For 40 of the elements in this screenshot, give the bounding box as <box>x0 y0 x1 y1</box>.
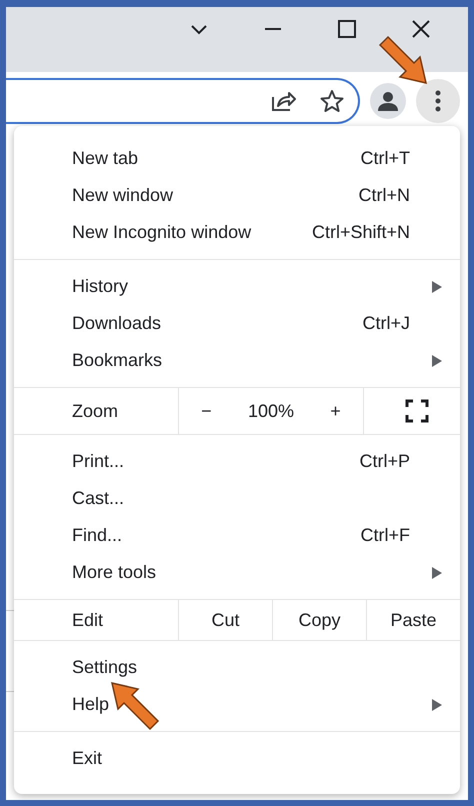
edit-label: Edit <box>72 610 104 630</box>
menu-item[interactable]: New Incognito window Ctrl+Shift+N <box>14 214 460 251</box>
submenu-arrow-icon <box>432 354 442 366</box>
submenu-arrow-icon <box>432 698 442 710</box>
zoom-level: 100% <box>248 400 294 422</box>
menu-item[interactable]: More tools <box>14 554 460 591</box>
person-icon <box>377 90 399 112</box>
fullscreen-icon[interactable] <box>405 399 429 423</box>
submenu-arrow-icon <box>432 280 442 292</box>
zoom-out-button[interactable]: − <box>193 396 220 426</box>
submenu-arrow-icon <box>432 566 442 578</box>
menu-button[interactable] <box>416 79 460 123</box>
menu-item[interactable]: Help <box>14 686 460 723</box>
menu-item[interactable]: History <box>14 268 460 305</box>
zoom-in-button[interactable]: + <box>322 396 349 426</box>
menu-item[interactable]: Print... Ctrl+P <box>14 443 460 480</box>
shortcut-text: Ctrl+J <box>362 313 410 334</box>
shortcut-text: Ctrl+N <box>358 185 410 206</box>
shortcut-text: Ctrl+P <box>359 451 410 472</box>
edit-button[interactable]: Copy <box>272 600 366 640</box>
star-icon[interactable] <box>320 89 344 113</box>
edit-button[interactable]: Cut <box>178 600 272 640</box>
menu-item[interactable]: Find... Ctrl+F <box>14 517 460 554</box>
menu-item[interactable]: Downloads Ctrl+J <box>14 305 460 342</box>
menu-item[interactable]: Bookmarks <box>14 342 460 379</box>
shortcut-text: Ctrl+F <box>360 525 410 546</box>
menu-item[interactable]: Exit <box>14 740 460 777</box>
maximize-icon[interactable] <box>335 17 359 41</box>
menu-item[interactable]: New window Ctrl+N <box>14 177 460 214</box>
edit-button[interactable]: Paste <box>366 600 460 640</box>
menu-icon <box>435 90 441 112</box>
menu-item[interactable]: Settings <box>14 649 460 686</box>
profile-button[interactable] <box>370 83 406 119</box>
share-icon[interactable] <box>270 89 296 113</box>
shortcut-text: Ctrl+Shift+N <box>312 222 410 243</box>
menu-item[interactable]: Cast... <box>14 480 460 517</box>
address-bar[interactable] <box>6 78 360 124</box>
menu-item[interactable]: New tab Ctrl+T <box>14 140 460 177</box>
shortcut-text: Ctrl+T <box>360 148 410 169</box>
zoom-label: Zoom <box>72 400 120 422</box>
